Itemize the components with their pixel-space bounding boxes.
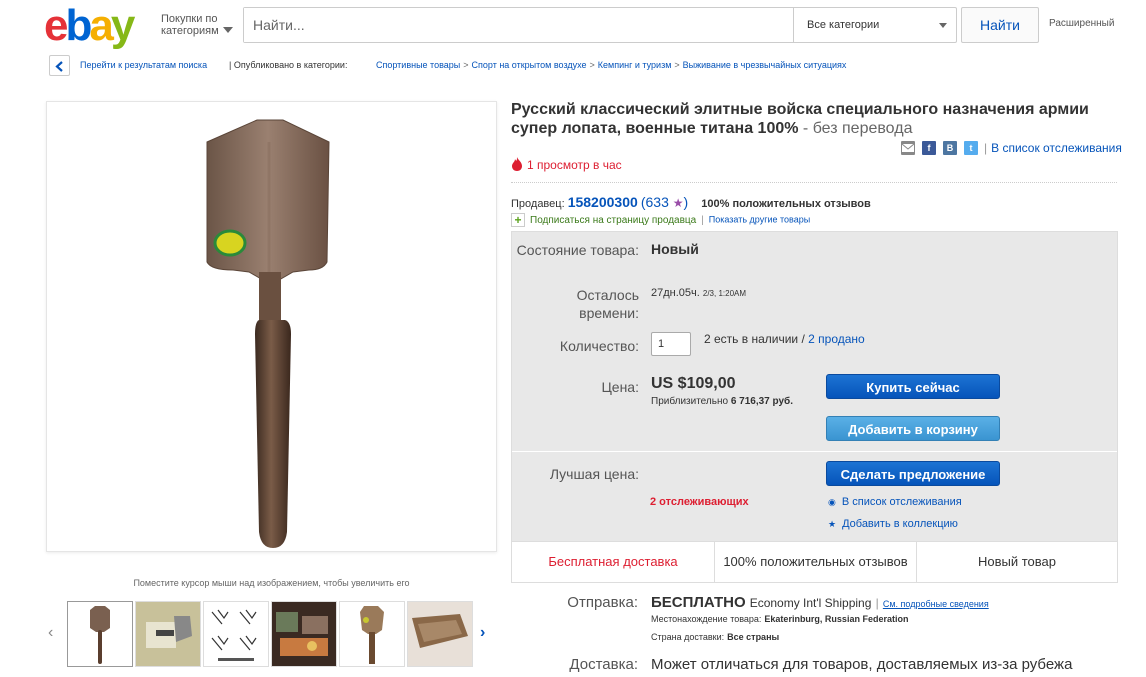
sold-link[interactable]: 2 продано xyxy=(808,332,865,346)
shipping-service: Economy Int'l Shipping xyxy=(749,596,872,610)
positive-feedback: 100% положительных отзывов xyxy=(701,198,871,210)
breadcrumb-item[interactable]: Кемпинг и туризм xyxy=(598,60,672,70)
time-left-label: Осталось времени: xyxy=(576,287,639,321)
search-box: Все категории xyxy=(243,7,957,43)
category-select[interactable]: Все категории xyxy=(793,8,956,42)
buy-now-button[interactable]: Купить сейчас xyxy=(826,374,1000,399)
quantity-input[interactable]: 1 xyxy=(651,332,691,356)
no-translation-label: - без перевода xyxy=(798,120,913,137)
back-button[interactable] xyxy=(49,55,70,76)
ebay-logo[interactable]: ebay xyxy=(44,4,135,48)
chevron-left-icon[interactable]: ‹ xyxy=(48,624,53,642)
chevron-down-icon xyxy=(939,23,947,28)
seller-name-link[interactable]: 158200300 xyxy=(568,194,638,210)
best-offer-label: Лучшая цена: xyxy=(549,466,639,482)
subscribe-seller-link[interactable]: Подписаться на страницу продавца xyxy=(525,215,696,226)
header: ebay Покупки по категориям Все категории… xyxy=(0,0,1146,50)
shipping-label: Отправка: xyxy=(567,594,638,611)
eye-icon: ◉ xyxy=(828,497,836,507)
breadcrumb-separator: > xyxy=(589,60,595,70)
vk-icon[interactable]: В xyxy=(943,141,957,155)
breadcrumb-separator: > xyxy=(463,60,469,70)
listing-title: Русский классический элитные войска спец… xyxy=(511,100,1111,138)
shipping-details-link[interactable]: См. подробные сведения xyxy=(883,599,989,609)
search-button[interactable]: Найти xyxy=(961,7,1039,43)
seller-info: Продавец: 158200300 (633 ★) 100% положит… xyxy=(511,194,871,210)
seller-actions: + Подписаться на страницу продавца | Показа… xyxy=(511,213,810,227)
published-in-label: | Опубликовано в категории: xyxy=(229,60,348,70)
thumbnail[interactable] xyxy=(203,601,269,667)
ships-to: Страна доставки: Все страны xyxy=(651,632,780,642)
advanced-search-link[interactable]: Расширенный xyxy=(1049,18,1114,29)
seller-label: Продавец: xyxy=(511,198,565,210)
purchase-panel: Состояние товара: Новый Осталось времени… xyxy=(511,231,1118,583)
facebook-icon[interactable]: f xyxy=(922,141,936,155)
zoom-hint: Поместите курсор мыши над изображением, … xyxy=(133,578,410,588)
breadcrumb-separator: > xyxy=(674,60,680,70)
thumbnail[interactable] xyxy=(67,601,133,667)
chevron-down-icon xyxy=(223,27,233,33)
fire-icon xyxy=(512,157,522,171)
breadcrumb-item[interactable]: Спортивные товары xyxy=(376,60,460,70)
other-items-link[interactable]: Показать другие товары xyxy=(709,215,810,225)
add-to-collection-link[interactable]: ★ Добавить в коллекцию xyxy=(828,518,958,530)
watchlist-link[interactable]: ◉ В список отслеживания xyxy=(828,496,962,508)
item-location: Местонахождение товара: Ekaterinburg, Rus… xyxy=(651,614,909,624)
shipping-value: БЕСПЛАТНО Economy Int'l Shipping | См. по… xyxy=(651,594,989,611)
approx-price: Приблизительно 6 716,37 руб. xyxy=(651,396,794,407)
twitter-icon[interactable]: t xyxy=(964,141,978,155)
shovel-image xyxy=(206,119,330,548)
badges-row: Бесплатная доставка 100% положительных о… xyxy=(512,541,1117,583)
condition-label: Состояние товара: xyxy=(516,242,639,258)
delivery-label: Доставка: xyxy=(569,656,638,673)
main-product-image[interactable] xyxy=(46,101,497,552)
quantity-label: Количество: xyxy=(559,338,639,354)
breadcrumb-item[interactable]: Выживание в чрезвычайных ситуациях xyxy=(683,60,847,70)
positive-feedback-badge: 100% положительных отзывов xyxy=(723,554,908,569)
breadcrumb-item[interactable]: Спорт на открытом воздухе xyxy=(472,60,587,70)
make-offer-button[interactable]: Сделать предложение xyxy=(826,461,1000,486)
back-to-results-link[interactable]: Перейти к результатам поиска xyxy=(80,60,207,70)
price-label: Цена: xyxy=(601,379,639,395)
thumbnail[interactable] xyxy=(135,601,201,667)
add-to-watchlist-link[interactable]: | В список отслеживания xyxy=(984,141,1122,155)
shop-by-category-label: Покупки по категориям xyxy=(161,13,219,37)
new-item-badge: Новый товар xyxy=(978,554,1056,569)
thumbnail-strip: ‹ › xyxy=(46,598,497,672)
thumbnail[interactable] xyxy=(271,601,337,667)
shop-by-category-button[interactable]: Покупки по категориям xyxy=(161,13,241,37)
add-to-cart-button[interactable]: Добавить в корзину xyxy=(826,416,1000,441)
delivery-value: Может отличаться для товаров, доставляем… xyxy=(651,656,1073,673)
thumbnail[interactable] xyxy=(407,601,473,667)
divider xyxy=(511,182,1117,183)
search-input[interactable] xyxy=(244,8,792,42)
feedback-score[interactable]: (633 ★) xyxy=(641,194,688,210)
thumbnail[interactable] xyxy=(339,601,405,667)
mail-icon[interactable] xyxy=(901,141,915,155)
chevron-left-icon xyxy=(55,61,63,72)
views-per-hour: 1 просмотр в час xyxy=(511,157,622,172)
availability: 2 есть в наличии / 2 продано xyxy=(704,332,865,346)
breadcrumb-links: Спортивные товары > Спорт на открытом возд… xyxy=(376,60,846,70)
chevron-right-icon[interactable]: › xyxy=(480,624,485,642)
watchers-count: 2 отслеживающих xyxy=(650,496,749,508)
plus-icon[interactable]: + xyxy=(511,213,525,227)
time-left-value: 27дн.05ч. 2/3, 1:20AM xyxy=(651,287,747,299)
price-value: US $109,00 xyxy=(651,375,736,392)
free-shipping-badge: Бесплатная доставка xyxy=(548,554,678,569)
category-select-value: Все категории xyxy=(807,19,880,31)
star-icon: ★ xyxy=(828,519,837,529)
divider xyxy=(512,451,1117,452)
star-icon: ★ xyxy=(672,196,684,210)
condition-value: Новый xyxy=(651,241,699,257)
